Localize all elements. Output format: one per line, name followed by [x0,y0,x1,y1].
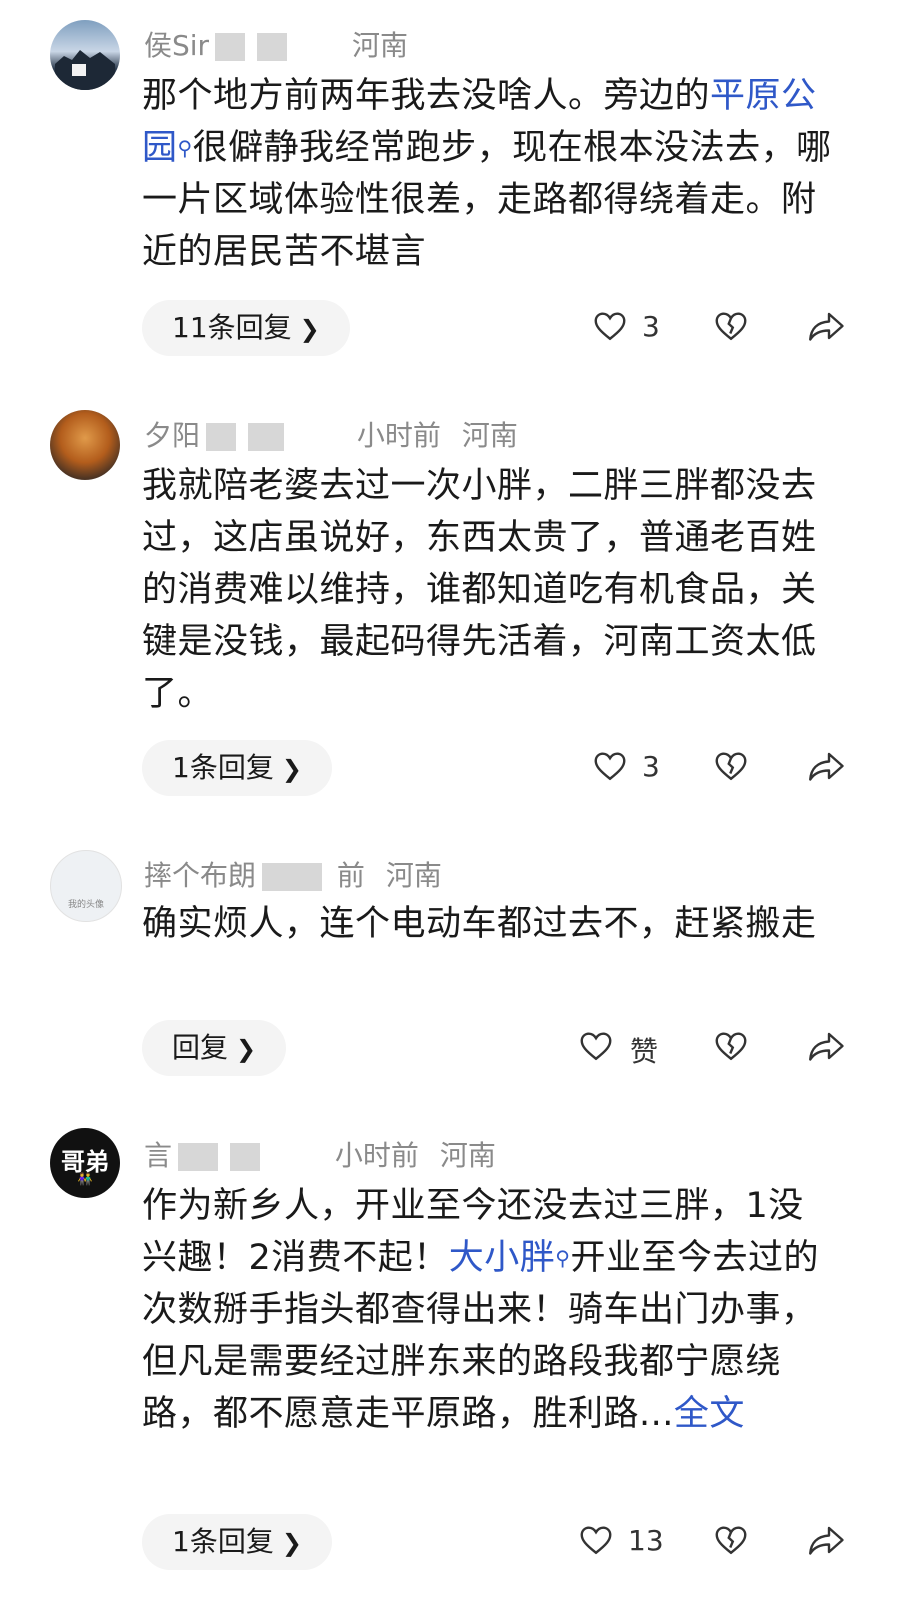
search-link[interactable]: 大小胖 [449,1238,556,1278]
comment-text-part: 那个地方前两年我去没啥人。旁边的 [142,76,711,116]
location: 河南 [351,29,408,62]
blur-mask [257,33,288,61]
avatar[interactable]: 我的头像 [50,850,122,922]
comment-text: 作为新乡人，开业至今还没去过三胖，1没兴趣！2消费不起！大小胖⚲开业至今去过的次… [142,1180,832,1440]
avatar-caption: 我的头像 [67,900,104,910]
timestamp: 小时前 [356,419,441,452]
username[interactable]: 言 [144,1139,172,1172]
username[interactable]: 侯Sir [144,29,209,62]
comment-text: 那个地方前两年我去没啥人。旁边的平原公园⚲很僻静我经常跑步，现在根本没法去，哪一… [142,70,832,278]
broken-heart-icon[interactable] [713,1522,749,1558]
username[interactable]: 摔个布朗 [144,859,256,892]
share-icon[interactable] [806,748,846,784]
broken-heart-icon[interactable] [713,1028,749,1064]
comment-text: 我就陪老婆去过一次小胖，二胖三胖都没去过，这店虽说好，东西太贵了，普通老百姓的消… [142,466,817,714]
broken-heart-icon[interactable] [713,748,749,784]
comment-actions: 3 [0,740,922,796]
comment-meta: 夕阳 小时前 河南 [144,414,518,454]
like-heart-icon[interactable] [578,1522,614,1558]
comment-meta: 摔个布朗 前 河南 [144,854,442,894]
avatar[interactable] [50,410,120,480]
comment-meta: 侯Sir 河南 [144,24,408,64]
full-text-link[interactable]: 全文 [674,1394,745,1434]
search-icon: ⚲ [555,1246,571,1270]
people-icon: 👫 [77,1172,93,1186]
comment-actions: 3 [0,300,922,356]
blur-mask [215,33,246,61]
blur-mask [178,1143,219,1171]
blur-mask [262,863,323,891]
comment-actions: 赞 [0,1020,922,1076]
blur-mask [248,423,285,451]
timestamp: 小时前 [334,1139,419,1172]
share-icon[interactable] [806,1028,846,1064]
blur-mask [230,1143,261,1171]
avatar-image-icon [55,50,115,90]
like-heart-icon[interactable] [592,308,628,344]
comment-text-part: 很僻静我经常跑步，现在根本没法去，哪一片区域体验性很差，走路都得绕着走。附近的居… [142,128,832,272]
timestamp: 前 [336,859,365,892]
like-heart-icon[interactable] [578,1028,614,1064]
blur-mask [206,423,237,451]
location: 河南 [385,859,442,892]
username[interactable]: 夕阳 [144,419,200,452]
location: 河南 [439,1139,496,1172]
avatar[interactable] [50,20,120,90]
comment-text: 确实烦人，连个电动车都过去不，赶紧搬走 [142,904,817,944]
location: 河南 [461,419,518,452]
search-icon: ⚲ [177,136,193,160]
like-heart-icon[interactable] [592,748,628,784]
share-icon[interactable] [806,308,846,344]
like-label: 赞 [630,1035,659,1068]
broken-heart-icon[interactable] [713,308,749,344]
comment-actions: 13 [0,1514,922,1570]
like-count: 3 [642,750,660,783]
like-count: 13 [628,1524,664,1557]
share-icon[interactable] [806,1522,846,1558]
avatar[interactable]: 哥弟 👫 [50,1128,120,1198]
comment-meta: 言 小时前 河南 [144,1134,496,1174]
like-count: 3 [642,310,660,343]
